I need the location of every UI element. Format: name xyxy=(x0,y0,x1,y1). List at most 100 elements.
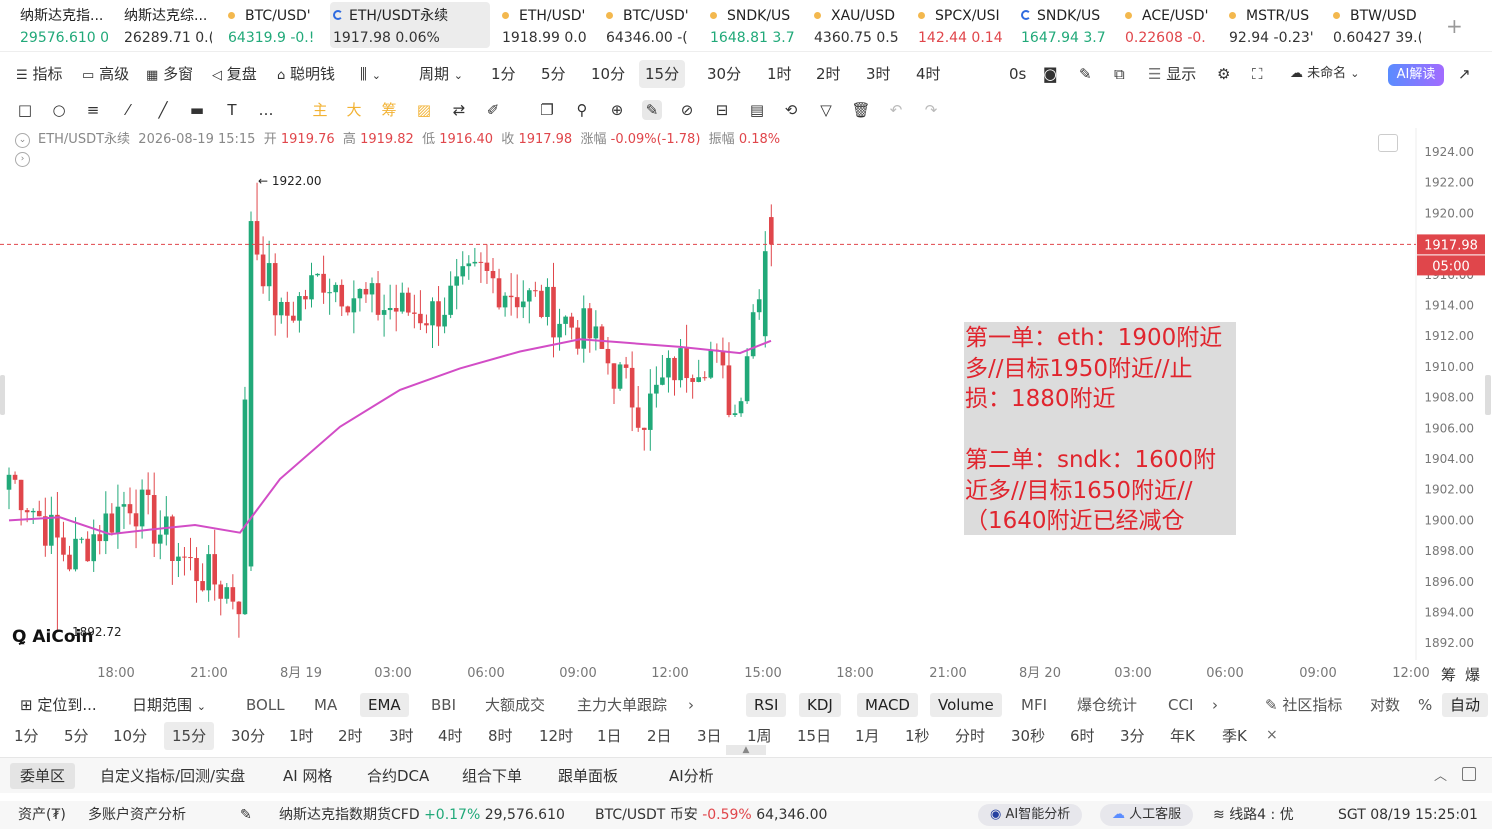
period-21[interactable]: 3分 xyxy=(1120,721,1145,751)
sub-indicator-2[interactable]: MACD xyxy=(857,693,918,717)
edit-icon[interactable]: ✎ xyxy=(240,801,252,829)
camera-icon[interactable]: ◙ xyxy=(1043,56,1058,92)
add-ticker-icon[interactable]: + xyxy=(1446,14,1463,38)
sub-indicator-5[interactable]: 爆仓统计 xyxy=(1077,690,1137,720)
sub-indicator-6[interactable]: CCI xyxy=(1168,690,1193,720)
period-23[interactable]: 季K xyxy=(1222,721,1247,751)
sub-indicator-0[interactable]: RSI xyxy=(746,693,787,717)
undo-icon[interactable]: ↶ xyxy=(886,100,906,120)
ticker-item[interactable]: BTC/USD' 64319.9 -0.! xyxy=(228,2,316,48)
ticker-item[interactable]: XAU/USD 4360.75 0.5 xyxy=(814,2,902,48)
toolbar-period-4[interactable]: 30分 xyxy=(707,56,741,92)
ruler-tool-icon[interactable]: ▬ xyxy=(187,100,207,120)
ellipse-tool-icon[interactable]: ○ xyxy=(49,100,69,120)
copy-icon[interactable]: ❐ xyxy=(537,100,557,120)
period-dropdown[interactable]: 周期 ⌄ xyxy=(419,56,463,92)
brush-icon[interactable]: ✐ xyxy=(483,100,503,120)
sub-indicator-3[interactable]: Volume xyxy=(930,693,1002,717)
advanced-button[interactable]: ▭ 高级 xyxy=(82,56,129,92)
indicator-3[interactable]: BBI xyxy=(431,690,456,720)
chips-tool-button[interactable]: 筹 xyxy=(1441,664,1456,685)
more-indicators-icon[interactable]: › xyxy=(688,690,694,720)
sub-indicator-1[interactable]: KDJ xyxy=(799,693,841,717)
bottom-tab-0[interactable]: 委单区 xyxy=(10,763,76,789)
ticker-item[interactable]: ACE/USD' 0.22608 -0. xyxy=(1125,2,1213,48)
pencil-icon[interactable]: ✎ xyxy=(1079,56,1092,92)
index-quote[interactable]: 纳斯达克指数期货CFD +0.17% 29,576.610 xyxy=(279,801,565,829)
period-15[interactable]: 15日 xyxy=(797,721,831,751)
main-force-icon[interactable]: 主 xyxy=(310,100,330,120)
period-8[interactable]: 4时 xyxy=(438,721,463,751)
candlestick-chart[interactable]: 1924.001922.001920.001918.001916.001914.… xyxy=(0,128,1492,688)
chart-type-dropdown[interactable]: ⫼ ⌄ xyxy=(360,56,381,92)
date-range-dropdown[interactable]: 日期范围 ⌄ xyxy=(132,690,206,720)
btc-quote[interactable]: BTC/USDT 币安 -0.59% 64,346.00 xyxy=(595,801,827,829)
period-20[interactable]: 6时 xyxy=(1070,721,1095,751)
period-5[interactable]: 1时 xyxy=(289,721,314,751)
liquidation-tool-button[interactable]: 爆 xyxy=(1465,664,1480,685)
period-11[interactable]: 1日 xyxy=(597,721,622,751)
indicator-1[interactable]: MA xyxy=(314,690,337,720)
filter-icon[interactable]: ▽ xyxy=(816,100,836,120)
indicator-2[interactable]: EMA xyxy=(360,693,409,717)
auto-scale-button[interactable]: 自动 xyxy=(1442,693,1489,717)
ticker-item[interactable]: ETH/USD' 1918.99 0.0 xyxy=(502,2,590,48)
toolbar-period-6[interactable]: 2时 xyxy=(816,56,841,92)
ticker-item[interactable]: 纳斯达克指... 29576.610 0 xyxy=(20,2,108,48)
share-box-icon[interactable]: ⧉ xyxy=(1114,56,1125,92)
bottom-tab-4[interactable]: 组合下单 xyxy=(462,758,522,794)
fib-tool-icon[interactable]: ⁄ xyxy=(118,100,138,120)
period-16[interactable]: 1月 xyxy=(855,721,880,751)
heatmap-icon[interactable]: ▨ xyxy=(414,100,434,120)
panel-toggle-icon[interactable]: ▲ xyxy=(726,745,766,755)
chips-icon[interactable]: 筹 xyxy=(379,100,399,120)
period-19[interactable]: 30秒 xyxy=(1011,721,1045,751)
customer-service-button[interactable]: ☁ 人工客服 xyxy=(1100,804,1194,826)
ticker-item[interactable]: SPCX/USI 142.44 0.14 xyxy=(918,2,1006,48)
lock-icon[interactable]: ⊟ xyxy=(712,100,732,120)
chart-corner-icon[interactable] xyxy=(1378,134,1398,152)
period-13[interactable]: 3日 xyxy=(697,721,722,751)
toolbar-period-1[interactable]: 5分 xyxy=(541,56,566,92)
period-1[interactable]: 5分 xyxy=(64,721,89,751)
zoom-icon[interactable]: ⊕ xyxy=(607,100,627,120)
trash-icon[interactable]: 🗑 xyxy=(851,100,871,120)
period-2[interactable]: 10分 xyxy=(113,721,147,751)
measure-icon[interactable]: ⚲ xyxy=(572,100,592,120)
indicator-5[interactable]: 主力大单跟踪 xyxy=(577,690,667,720)
period-10[interactable]: 12时 xyxy=(539,721,573,751)
rectangle-tool-icon[interactable]: □ xyxy=(15,100,35,120)
bottom-tab-3[interactable]: 合约DCA xyxy=(367,758,429,794)
period-18[interactable]: 分时 xyxy=(955,721,985,751)
ai-read-button[interactable]: AI解读 xyxy=(1388,64,1444,86)
settings-icon[interactable]: ⚙ xyxy=(1217,56,1230,92)
period-7[interactable]: 3时 xyxy=(389,721,414,751)
sync-icon[interactable]: ⟲ xyxy=(781,100,801,120)
period-0[interactable]: 1分 xyxy=(14,721,39,751)
collapse-panel-icon[interactable]: ︿ xyxy=(1434,765,1447,784)
template-icon[interactable]: ▤ xyxy=(747,100,767,120)
layout-dropdown[interactable]: ☁ 未命名 ⌄ xyxy=(1290,56,1360,92)
period-4[interactable]: 30分 xyxy=(231,721,265,751)
redo-icon[interactable]: ↷ xyxy=(921,100,941,120)
compare-icon[interactable]: ⇄ xyxy=(449,100,469,120)
bottom-tab-2[interactable]: AI 网格 xyxy=(283,758,332,794)
ticker-item[interactable]: SNDK/US 1647.94 3.7 xyxy=(1021,2,1109,48)
ticker-item[interactable]: ETH/USDT永续 1917.98 0.06% xyxy=(330,2,490,48)
close-period-icon[interactable]: × xyxy=(1266,727,1278,743)
multi-account-link[interactable]: 多账户资产分析 xyxy=(88,801,186,829)
toolbar-period-8[interactable]: 4时 xyxy=(916,56,941,92)
log-scale-button[interactable]: 对数 xyxy=(1370,690,1400,720)
toolbar-period-7[interactable]: 3时 xyxy=(866,56,891,92)
period-3[interactable]: 15分 xyxy=(164,722,215,750)
ticker-item[interactable]: MSTR/US 92.94 -0.23' xyxy=(1229,2,1317,48)
more-tools-icon[interactable]: … xyxy=(256,100,276,120)
trade-note-annotation[interactable]: 第一单：eth：1900附近多//目标1950附近//止损：1880附近 第二单… xyxy=(964,322,1236,535)
fullscreen-icon[interactable]: ⛶ xyxy=(1252,56,1263,92)
magnet-icon[interactable]: ✎ xyxy=(642,100,662,120)
locate-button[interactable]: ⊞ 定位到... xyxy=(20,690,97,720)
display-button[interactable]: ☰ 显示 xyxy=(1148,56,1196,92)
community-indicators-button[interactable]: ✎ 社区指标 xyxy=(1265,690,1342,720)
period-22[interactable]: 年K xyxy=(1170,721,1195,751)
trend-line-icon[interactable]: ╱ xyxy=(153,100,173,120)
